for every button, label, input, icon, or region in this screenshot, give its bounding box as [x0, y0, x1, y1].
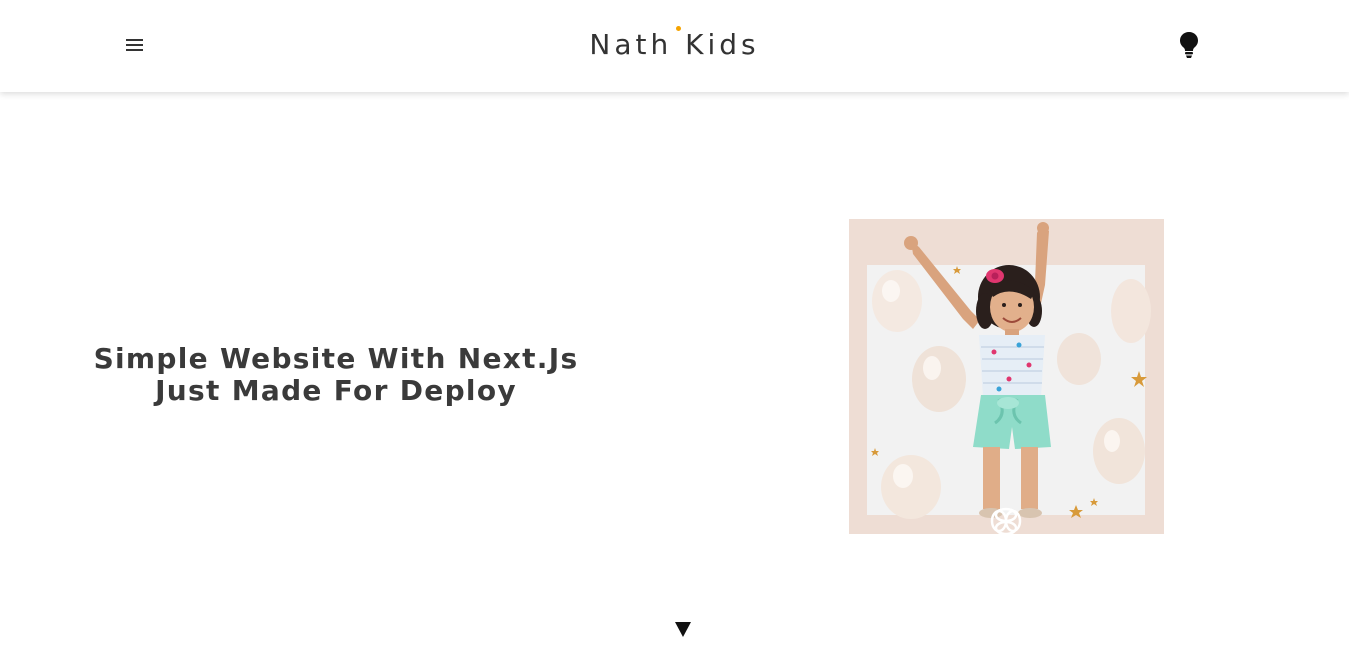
lightbulb-icon: [1180, 32, 1198, 58]
balloon-right-top: [1111, 279, 1151, 343]
balloon-right-bottom: [1093, 418, 1145, 484]
triangle-down-icon[interactable]: [672, 620, 694, 640]
hero-title-line-2: Just Made For Deploy: [155, 374, 517, 407]
brand-word-nath-text: Nath: [589, 28, 673, 61]
logo-accent-dot: [676, 26, 682, 31]
theme-toggle-button[interactable]: [1174, 28, 1204, 62]
hero-title-line-1: Simple Website With Next.Js: [93, 342, 579, 375]
balloon-left-bottom: [881, 455, 941, 519]
balloon-left-top: [872, 270, 922, 332]
hero-title: Simple Website With Next.Js Just Made Fo…: [85, 343, 587, 407]
balloon-right-mid: [1057, 333, 1101, 385]
site-header: Nath Kids: [0, 0, 1349, 92]
hero-image: [849, 219, 1164, 534]
balloon-left-mid: [912, 346, 966, 412]
brand-word-nath: Nath: [589, 26, 682, 63]
brand-word-kids: Kids: [685, 28, 760, 61]
brand-logo[interactable]: Nath Kids: [0, 26, 1349, 63]
